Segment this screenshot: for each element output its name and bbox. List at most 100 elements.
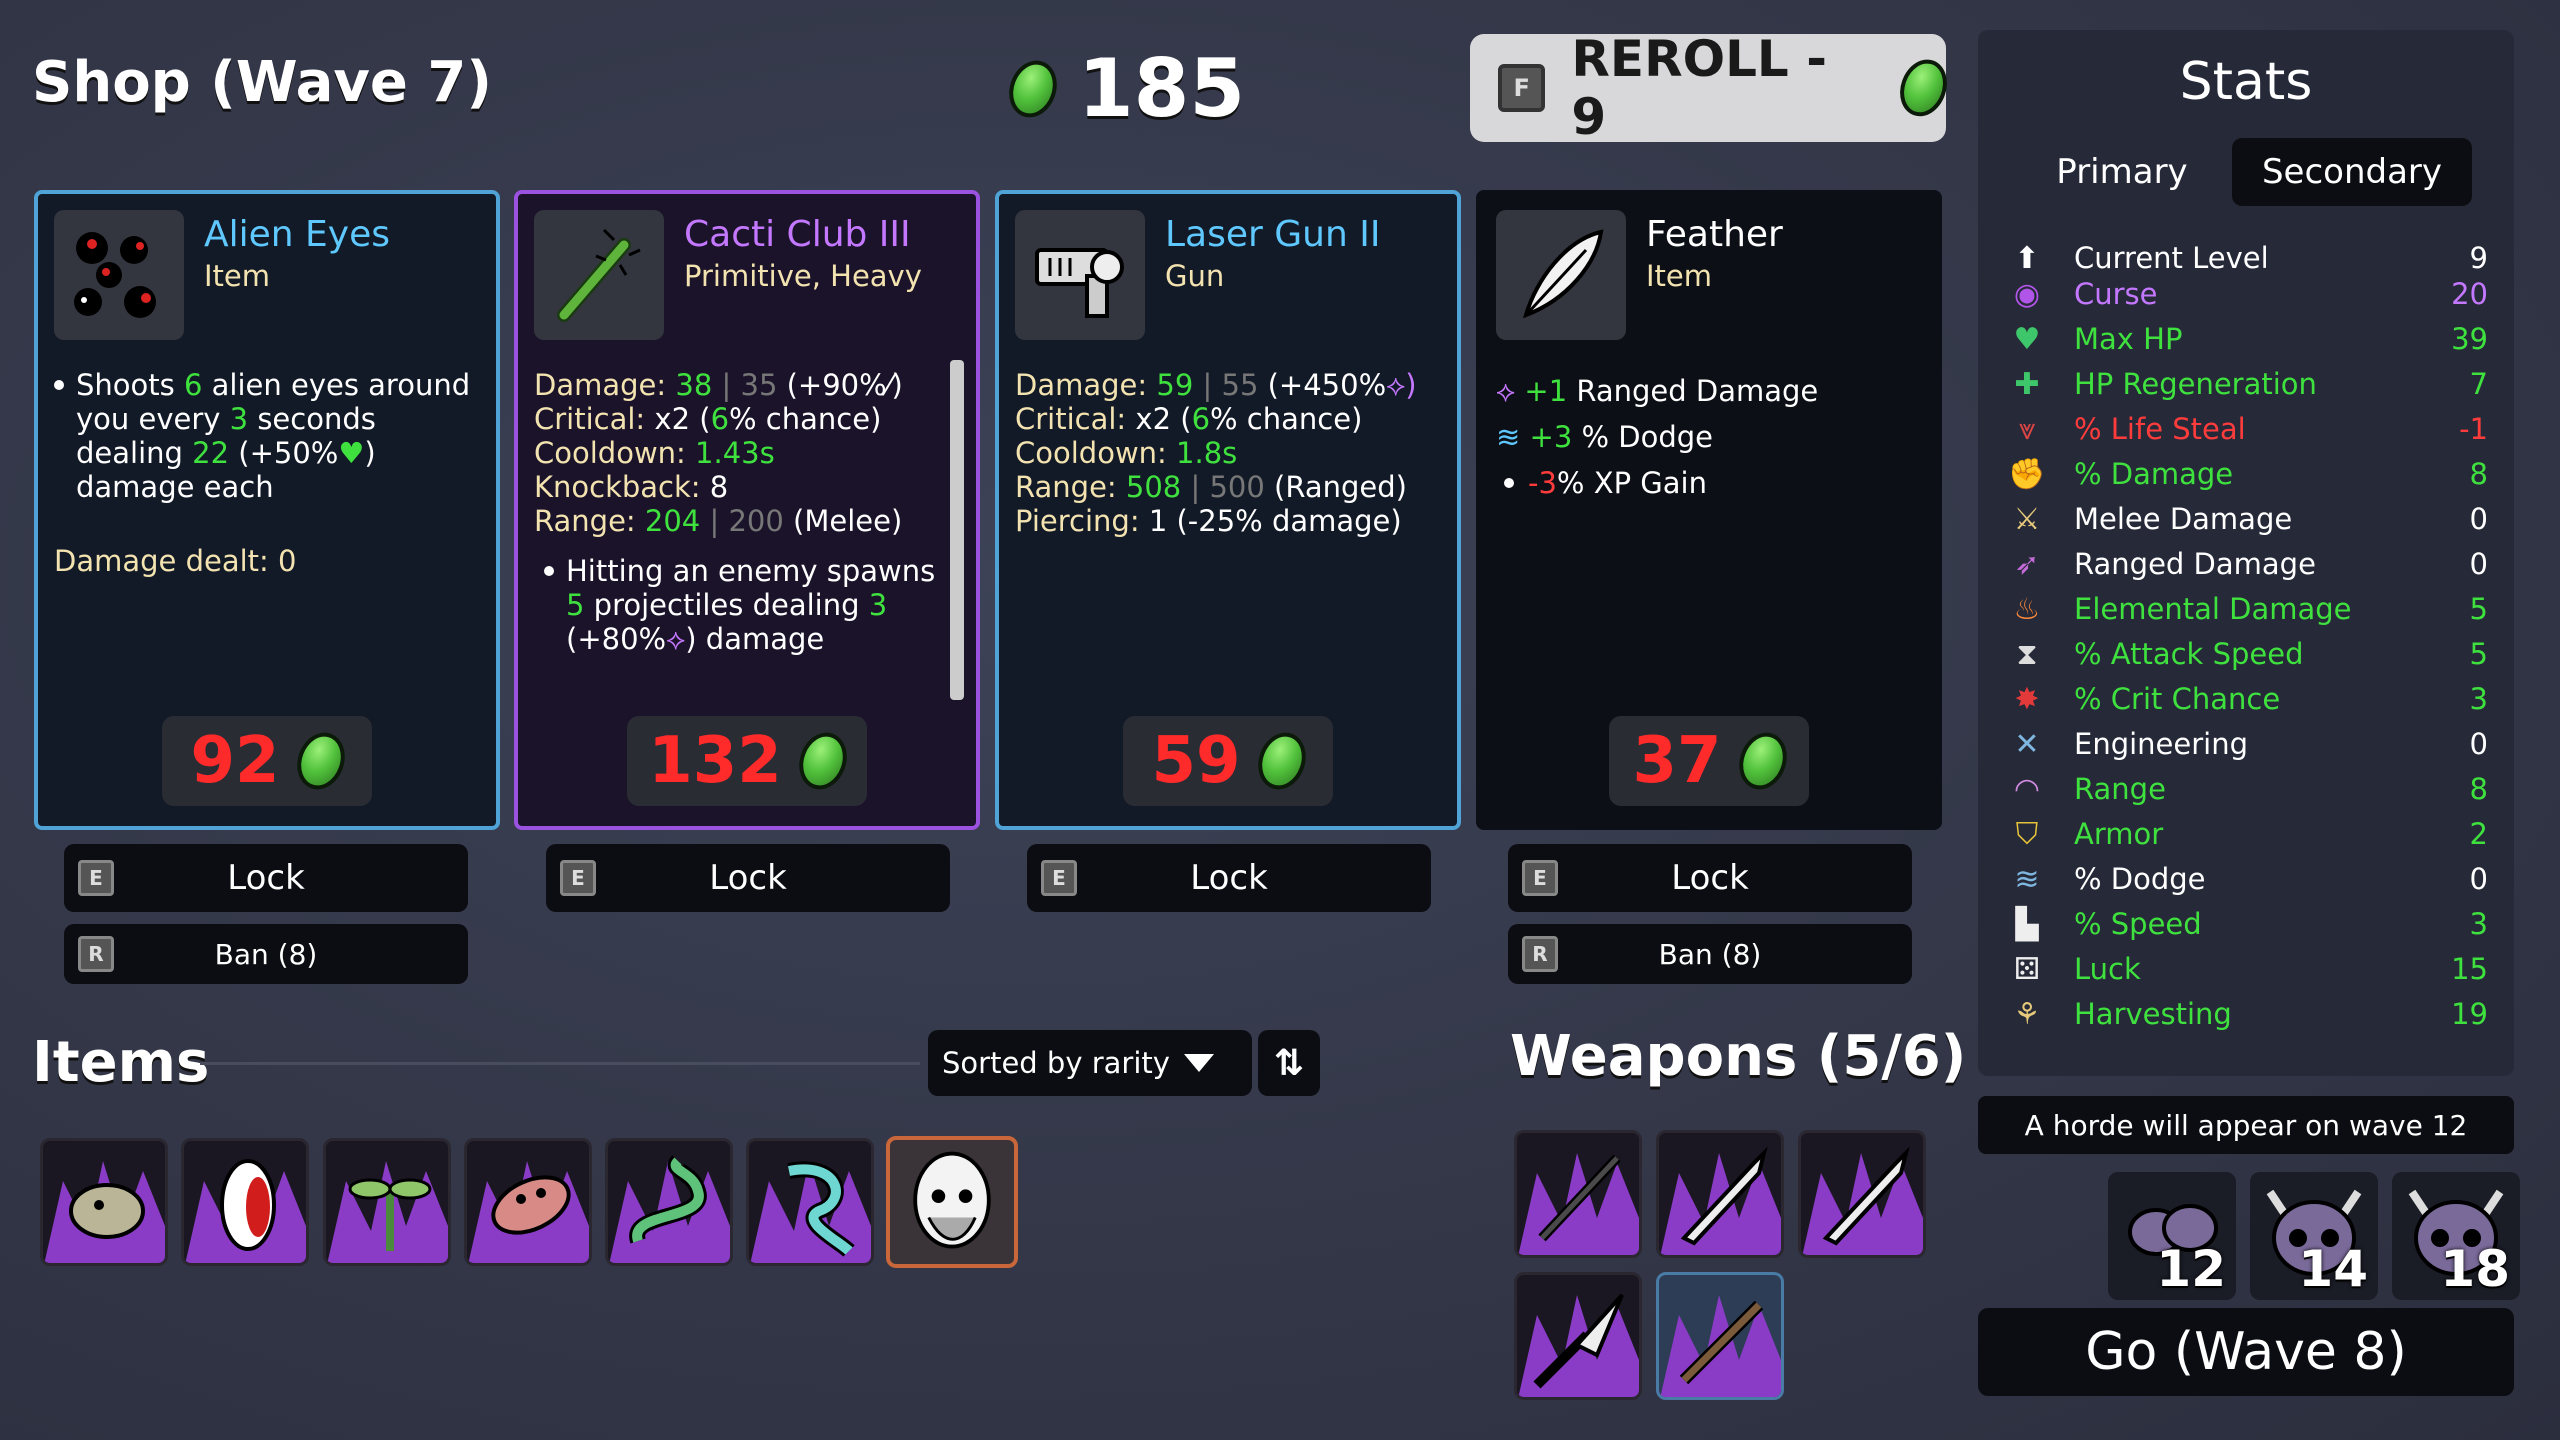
price-button[interactable]: 37	[1609, 716, 1809, 806]
heart-icon: ♥	[2013, 321, 2041, 357]
weapon-slot[interactable]	[1798, 1130, 1926, 1258]
ban-button-alien-eyes[interactable]: R Ban (8)	[64, 924, 468, 984]
card-name: Laser Gun II	[1165, 214, 1381, 255]
shield-icon: ⛉	[2015, 816, 2039, 852]
stat-row[interactable]: ⩔ % Life Steal -1	[2008, 409, 2488, 449]
item-slot[interactable]	[323, 1138, 451, 1266]
stat-row[interactable]: ≋ % Dodge 0	[2008, 859, 2488, 899]
divider	[200, 1062, 920, 1065]
card-type: Primitive, Heavy	[684, 259, 922, 293]
stat-row[interactable]: ➶ Ranged Damage 0	[2008, 544, 2488, 584]
weapon-slot[interactable]	[1656, 1272, 1784, 1400]
stat-row[interactable]: ⚘ Harvesting 19	[2008, 994, 2488, 1034]
enemy-preview: 18	[2392, 1172, 2520, 1300]
lock-button-alien-eyes[interactable]: E Lock	[64, 844, 468, 912]
weapon-slot[interactable]	[1514, 1272, 1642, 1400]
sort-dropdown[interactable]: Sorted by rarity	[928, 1030, 1252, 1096]
materials-counter: 185	[1001, 42, 1245, 135]
scared-sausage-icon	[468, 1161, 589, 1263]
stat-row[interactable]: ◠ Range 8	[2008, 769, 2488, 809]
price-value: 132	[648, 724, 782, 798]
material-coin-icon	[1892, 52, 1955, 124]
stat-label: Luck	[2074, 952, 2141, 986]
item-effect: Shoots 6 alien eyes around you every 3 s…	[54, 368, 480, 504]
card-scrollbar[interactable]	[950, 360, 964, 700]
boot-icon: ▙	[2015, 906, 2039, 942]
stat-label: % Attack Speed	[2074, 637, 2304, 671]
tab-secondary[interactable]: Secondary	[2232, 138, 2472, 206]
muscle-icon: ✊	[2008, 456, 2046, 492]
tab-primary[interactable]: Primary	[2022, 138, 2222, 206]
price-button[interactable]: 132	[627, 716, 867, 806]
stat-row[interactable]: ✊ % Damage 8	[2008, 454, 2488, 494]
stat-label: Range	[2074, 772, 2166, 806]
price-value: 37	[1632, 724, 1722, 798]
stats-panel: Stats Primary Secondary ⬆ Current Level 9 ◉…	[1978, 30, 2514, 1076]
stat-value: 0	[2469, 547, 2488, 581]
item-slot[interactable]	[605, 1138, 733, 1266]
heart-plus-icon: ✚	[2014, 366, 2040, 402]
laser-gun-icon	[1015, 210, 1145, 340]
item-slot[interactable]	[181, 1138, 309, 1266]
stat-row[interactable]: ⚄ Luck 15	[2008, 949, 2488, 989]
wheat-icon: ⚘	[2013, 996, 2041, 1032]
stat-value: 5	[2469, 592, 2488, 626]
level-up-icon: ⬆	[2014, 240, 2040, 276]
stat-row[interactable]: ✕ Engineering 0	[2008, 724, 2488, 764]
item-slot[interactable]	[464, 1138, 592, 1266]
shop-card-cacti-club[interactable]: Cacti Club III Primitive, Heavy Damage: …	[514, 190, 980, 830]
price-button[interactable]: 59	[1123, 716, 1333, 806]
go-next-wave-button[interactable]: Go (Wave 8)	[1978, 1308, 2514, 1396]
item-slot[interactable]	[40, 1138, 168, 1266]
wave-number: 14	[2298, 1240, 2368, 1298]
weapon-slot[interactable]	[1656, 1130, 1784, 1258]
curse-eye-icon: ◉	[2013, 276, 2041, 312]
stat-value: 0	[2469, 727, 2488, 761]
enemy-preview: 12	[2108, 1172, 2236, 1300]
stat-row[interactable]: ✚ HP Regeneration 7	[2008, 364, 2488, 404]
stat-label: Melee Damage	[2074, 502, 2293, 536]
stat-row[interactable]: ♥ Max HP 39	[2008, 319, 2488, 359]
shop-card-feather[interactable]: Feather Item ⟡ +1 Ranged Damage ≋ +3 % D…	[1476, 190, 1942, 830]
heart-scale-icon: ♥	[338, 436, 365, 470]
item-slot[interactable]	[746, 1138, 874, 1266]
lock-button-cacti-club[interactable]: E Lock	[546, 844, 950, 912]
item-slot[interactable]	[886, 1136, 1018, 1268]
ranged-scale-icon: ⟡	[666, 622, 686, 656]
stat-label: Ranged Damage	[2074, 547, 2316, 581]
dodge-wind-icon: ≋	[2014, 861, 2040, 897]
stat-row[interactable]: ⬆ Current Level 9	[2008, 238, 2488, 278]
stat-row[interactable]: ⚔ Melee Damage 0	[2008, 499, 2488, 539]
shop-card-laser-gun[interactable]: Laser Gun II Gun Damage: 59 | 55 (+450%⟡…	[995, 190, 1461, 830]
stat-value: 0	[2469, 502, 2488, 536]
chevron-down-icon	[1183, 1054, 1214, 1072]
stat-value: 5	[2469, 637, 2488, 671]
price-value: 92	[190, 724, 280, 798]
reroll-key-hint: F	[1498, 64, 1546, 112]
ban-button-feather[interactable]: R Ban (8)	[1508, 924, 1912, 984]
lock-button-feather[interactable]: E Lock	[1508, 844, 1912, 912]
stat-row[interactable]: ⛉ Armor 2	[2008, 814, 2488, 854]
stats-title: Stats	[2179, 52, 2313, 112]
stat-row[interactable]: ♨ Elemental Damage 5	[2008, 589, 2488, 629]
stat-value: 19	[2451, 997, 2488, 1031]
stat-row[interactable]: ◉ Curse 20	[2008, 274, 2488, 314]
lock-button-laser-gun[interactable]: E Lock	[1027, 844, 1431, 912]
stat-row[interactable]: ✸ % Crit Chance 3	[2008, 679, 2488, 719]
stat-label: Armor	[2074, 817, 2164, 851]
old-bearded-face-icon	[913, 1151, 991, 1249]
shop-card-alien-eyes[interactable]: Alien Eyes Item Shoots 6 alien eyes arou…	[34, 190, 500, 830]
price-value: 59	[1151, 724, 1241, 798]
stat-row[interactable]: ▙ % Speed 3	[2008, 904, 2488, 944]
cacti-club-icon	[534, 210, 664, 340]
material-coin-icon	[1249, 725, 1314, 797]
sort-direction-icon[interactable]: ⇅	[1258, 1030, 1320, 1096]
weapon-slot[interactable]	[1514, 1130, 1642, 1258]
blue-ghost-icon	[750, 1161, 871, 1263]
stat-row[interactable]: ⧗ % Attack Speed 5	[2008, 634, 2488, 674]
price-button[interactable]: 92	[162, 716, 372, 806]
reroll-button[interactable]: F REROLL - 9	[1470, 30, 1955, 146]
stat-label: % Dodge	[2074, 862, 2206, 896]
weapon-stats: Damage: 38 | 35 (+90%⁄) Critical: x2 (6%…	[534, 368, 960, 656]
items-title: Items	[32, 1030, 210, 1095]
